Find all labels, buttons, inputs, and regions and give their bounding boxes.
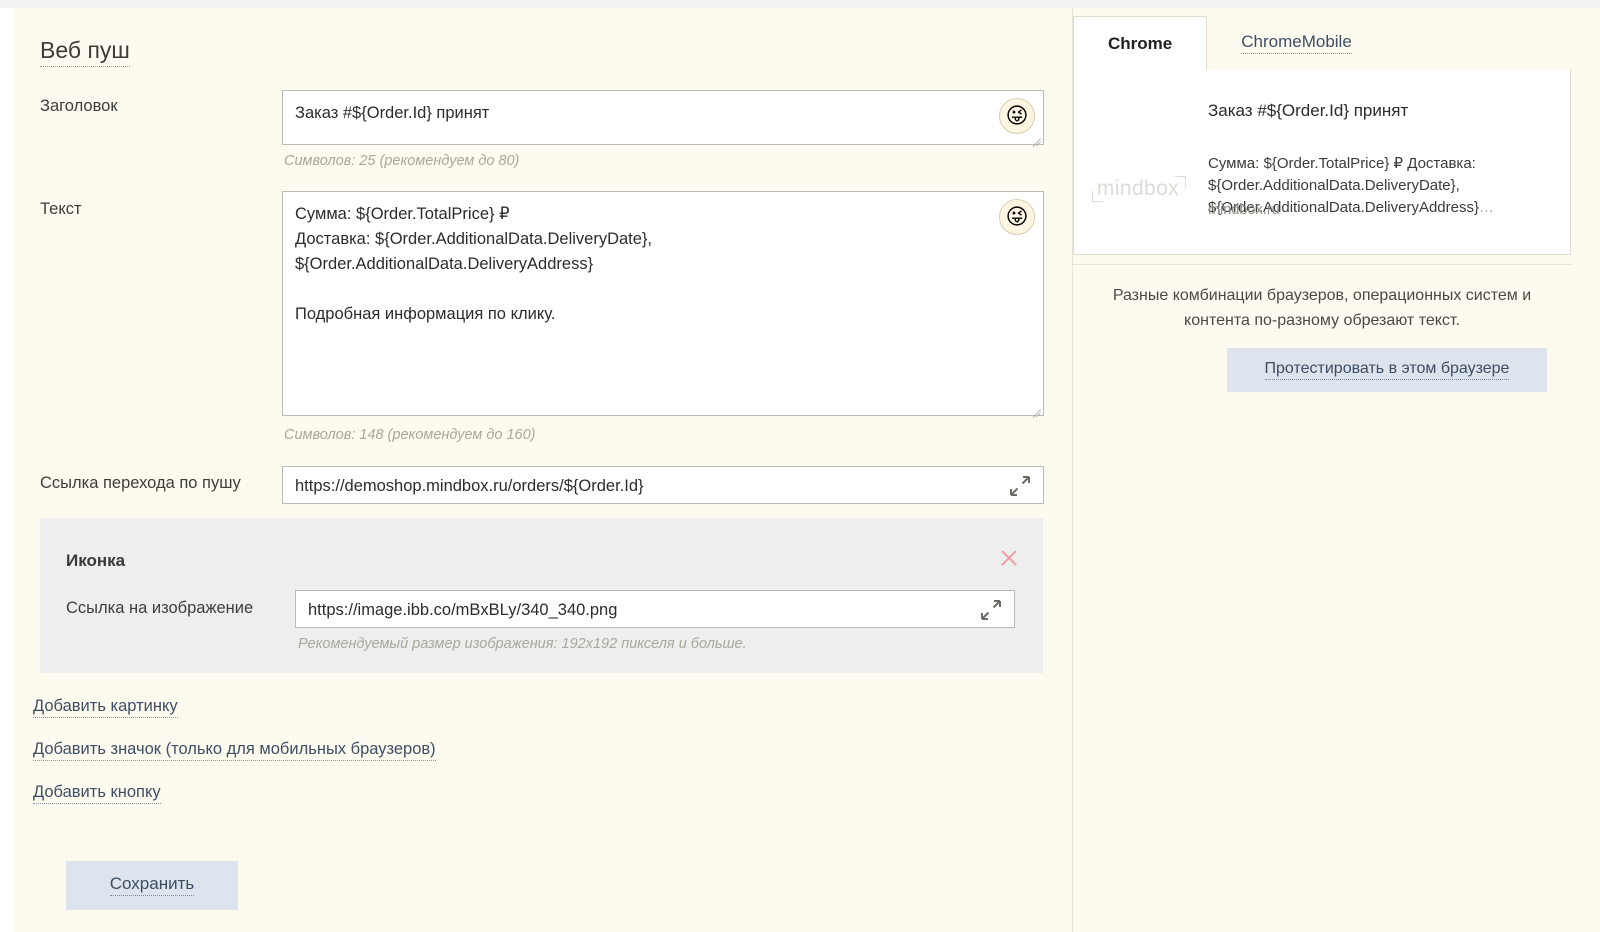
mindbox-logo-text: mindbox xyxy=(1096,177,1180,200)
add-button-link[interactable]: Добавить кнопку xyxy=(33,783,161,805)
text-textarea-value: Сумма: ${Order.TotalPrice} ₽ Доставка: $… xyxy=(295,205,653,323)
emoji-picker-icon[interactable]: 😜 xyxy=(999,199,1035,235)
add-picture-link[interactable]: Добавить картинку xyxy=(33,697,178,719)
title-input-value: Заказ #${Order.Id} принят xyxy=(295,104,490,122)
image-link-label: Ссылка на изображение xyxy=(66,599,254,617)
top-chrome-strip xyxy=(0,0,1600,8)
add-badge-link[interactable]: Добавить значок (только для мобильных бр… xyxy=(33,740,436,762)
text-field-label: Текст xyxy=(40,200,82,218)
notification-domain: mindbox.ru xyxy=(1208,202,1280,218)
push-link-label: Ссылка перехода по пушу xyxy=(40,474,241,492)
left-edge-strip xyxy=(0,8,14,932)
web-push-editor-screen: Веб пуш Заголовок Заказ #${Order.Id} при… xyxy=(0,0,1600,932)
emoji-picker-icon[interactable]: 😜 xyxy=(999,98,1035,134)
page-title[interactable]: Веб пуш xyxy=(40,37,130,68)
push-link-value: https://demoshop.mindbox.ru/orders/${Ord… xyxy=(295,477,644,495)
preview-divider xyxy=(1073,264,1571,265)
preview-tabs: Chrome ChromeMobile xyxy=(1073,16,1600,72)
preview-panel: Chrome ChromeMobile mindbox Заказ #${Ord… xyxy=(1072,8,1600,932)
title-field-label: Заголовок xyxy=(40,97,118,115)
icon-section-title: Иконка xyxy=(66,551,126,570)
save-button-label: Сохранить xyxy=(109,874,195,897)
text-resize-handle[interactable] xyxy=(1029,401,1041,413)
tab-chrome[interactable]: Chrome xyxy=(1073,16,1208,72)
image-link-input[interactable]: https://image.ibb.co/mBxBLy/340_340.png xyxy=(295,590,1015,628)
expand-icon[interactable] xyxy=(980,599,1002,621)
test-in-browser-label: Протестировать в этом браузере xyxy=(1264,360,1510,381)
image-size-hint: Рекомендуемый размер изображения: 192x19… xyxy=(298,636,747,652)
notification-title: Заказ #${Order.Id} принят xyxy=(1208,101,1409,120)
mindbox-logo: mindbox xyxy=(1090,172,1186,206)
text-textarea[interactable]: Сумма: ${Order.TotalPrice} ₽ Доставка: $… xyxy=(282,191,1044,416)
text-char-counter: Символов: 148 (рекомендуем до 160) xyxy=(284,427,536,443)
push-link-input[interactable]: https://demoshop.mindbox.ru/orders/${Ord… xyxy=(282,466,1044,504)
tab-chromemobile[interactable]: ChromeMobile xyxy=(1207,16,1386,71)
tab-chrome-label: Chrome xyxy=(1108,34,1173,53)
test-in-browser-button[interactable]: Протестировать в этом браузере xyxy=(1227,348,1547,392)
title-input[interactable]: Заказ #${Order.Id} принят 😜 xyxy=(282,90,1044,145)
image-link-value: https://image.ibb.co/mBxBLy/340_340.png xyxy=(308,601,618,619)
tab-chromemobile-label: ChromeMobile xyxy=(1241,32,1352,55)
save-button[interactable]: Сохранить xyxy=(66,861,238,910)
preview-note: Разные комбинации браузеров, операционны… xyxy=(1112,287,1532,329)
notification-truncation-ellipsis: … xyxy=(1478,199,1494,216)
icon-section: Иконка Ссылка на изображение https://ima… xyxy=(40,518,1043,673)
push-form-panel: Веб пуш Заголовок Заказ #${Order.Id} при… xyxy=(14,8,1072,932)
expand-icon[interactable] xyxy=(1009,475,1031,497)
title-resize-handle[interactable] xyxy=(1029,130,1041,142)
close-icon[interactable] xyxy=(997,546,1021,570)
title-char-counter: Символов: 25 (рекомендуем до 80) xyxy=(284,153,520,169)
notification-preview-card: mindbox Заказ #${Order.Id} принят Сумма:… xyxy=(1073,70,1571,255)
